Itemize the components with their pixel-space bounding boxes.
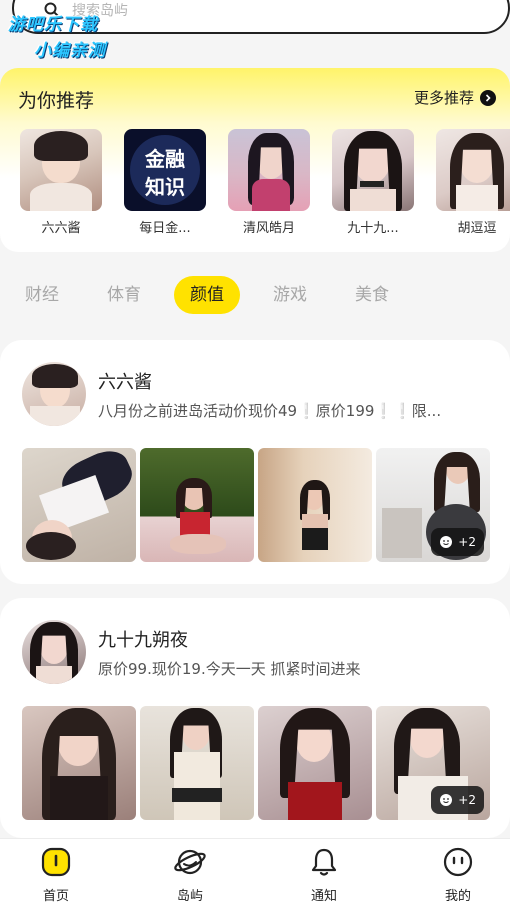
post-description: 原价99.现价19.今天一天 抓紧时间进来 bbox=[98, 660, 361, 678]
desc-text-2: 原价199 bbox=[315, 402, 375, 420]
watermark-line-2: 小编亲测 bbox=[34, 41, 106, 61]
post-card[interactable]: 六六酱 八月份之前进岛活动价现价49❕原价199❕❕限... +2 bbox=[0, 340, 510, 584]
post-card[interactable]: 九十九朔夜 原价99.现价19.今天一天 抓紧时间进来 +2 bbox=[0, 598, 510, 838]
search-header: 搜索岛屿 游吧乐下载 小编亲测 bbox=[0, 0, 510, 68]
more-recommend-label: 更多推荐 bbox=[413, 89, 474, 107]
nav-home-label: 首页 bbox=[42, 889, 69, 904]
smile-icon bbox=[440, 794, 453, 806]
watermark-line-1: 游吧乐下载 bbox=[8, 15, 98, 35]
desc-text-3: 限... bbox=[411, 402, 442, 420]
planet-icon bbox=[174, 849, 206, 875]
more-images-count: +2 bbox=[458, 793, 476, 807]
more-recommend-link[interactable]: 更多推荐 bbox=[414, 87, 496, 108]
bottom-nav: 首页 岛屿 通知 我的 bbox=[0, 838, 510, 907]
post-image[interactable] bbox=[22, 706, 136, 820]
profile-face-icon bbox=[443, 847, 473, 877]
nav-mine[interactable]: 我的 bbox=[428, 847, 488, 904]
recommend-name: 六六酱 bbox=[41, 221, 81, 236]
tab-games[interactable]: 游戏 bbox=[270, 276, 310, 314]
post-image[interactable] bbox=[140, 448, 254, 562]
nav-island-label: 岛屿 bbox=[176, 889, 203, 904]
post-image[interactable] bbox=[258, 706, 372, 820]
recommend-item[interactable]: 九十九... bbox=[332, 129, 414, 236]
tab-looks[interactable]: 颜值 bbox=[174, 276, 240, 314]
more-images-badge[interactable]: +2 bbox=[431, 528, 484, 556]
recommend-name: 九十九... bbox=[347, 221, 399, 236]
recommend-item[interactable]: 胡逗逗 bbox=[436, 129, 510, 236]
app-screen: 搜索岛屿 游吧乐下载 小编亲测 为你推荐 更多推荐 六六酱 金融 知识 每日金.… bbox=[0, 0, 510, 907]
tab-finance[interactable]: 财经 bbox=[22, 276, 62, 314]
chevron-right-icon bbox=[480, 89, 496, 106]
recommend-item[interactable]: 六六酱 bbox=[20, 129, 102, 236]
desc-text-1: 八月份之前进岛活动价现价49 bbox=[98, 402, 298, 420]
bell-icon bbox=[311, 848, 337, 876]
post-image[interactable] bbox=[22, 448, 136, 562]
post-images: +2 bbox=[22, 706, 490, 820]
post-image[interactable]: +2 bbox=[376, 706, 490, 820]
recommend-item[interactable]: 清风皓月 bbox=[228, 129, 310, 236]
recommend-name: 胡逗逗 bbox=[457, 221, 497, 236]
post-image[interactable]: +2 bbox=[376, 448, 490, 562]
nav-mine-label: 我的 bbox=[444, 889, 471, 904]
home-icon bbox=[41, 847, 71, 877]
logo-text-2: 知识 bbox=[145, 175, 185, 199]
recommend-item[interactable]: 金融 知识 每日金... bbox=[124, 129, 206, 236]
nav-notify-label: 通知 bbox=[310, 889, 337, 904]
nav-notify[interactable]: 通知 bbox=[294, 847, 354, 904]
post-image[interactable] bbox=[258, 448, 372, 562]
more-images-badge[interactable]: +2 bbox=[431, 786, 484, 814]
author-avatar[interactable] bbox=[22, 362, 86, 426]
author-name[interactable]: 九十九朔夜 bbox=[98, 626, 188, 652]
recommend-name: 清风皓月 bbox=[242, 221, 295, 236]
recommend-avatar bbox=[228, 129, 310, 211]
desc-mark-2: ❕❕ bbox=[374, 402, 412, 420]
recommend-avatar bbox=[436, 129, 510, 211]
post-images: +2 bbox=[22, 448, 490, 562]
recommend-panel: 为你推荐 更多推荐 六六酱 金融 知识 每日金... 清风皓月 九十九... 胡… bbox=[0, 68, 510, 252]
post-description: 八月份之前进岛活动价现价49❕原价199❕❕限... bbox=[98, 400, 493, 421]
recommend-title: 为你推荐 bbox=[18, 90, 95, 112]
category-tabs: 财经 体育 颜值 游戏 美食 bbox=[0, 276, 510, 316]
watermark-logo: 游吧乐下载 小编亲测 bbox=[8, 8, 148, 62]
recommend-list: 六六酱 金融 知识 每日金... 清风皓月 九十九... 胡逗逗 bbox=[20, 129, 510, 236]
logo-text-1: 金融 bbox=[145, 147, 185, 171]
author-avatar[interactable] bbox=[22, 620, 86, 684]
finance-knowledge-logo: 金融 知识 bbox=[124, 129, 206, 211]
recommend-avatar bbox=[20, 129, 102, 211]
nav-island[interactable]: 岛屿 bbox=[160, 847, 220, 904]
tab-sports[interactable]: 体育 bbox=[104, 276, 144, 314]
nav-home[interactable]: 首页 bbox=[26, 847, 86, 904]
more-images-count: +2 bbox=[458, 535, 476, 549]
tab-food[interactable]: 美食 bbox=[352, 276, 392, 314]
recommend-avatar bbox=[332, 129, 414, 211]
smile-icon bbox=[440, 536, 453, 548]
desc-mark-1: ❕ bbox=[297, 402, 316, 420]
recommend-name: 每日金... bbox=[139, 221, 191, 236]
post-image[interactable] bbox=[140, 706, 254, 820]
author-name[interactable]: 六六酱 bbox=[98, 368, 152, 394]
